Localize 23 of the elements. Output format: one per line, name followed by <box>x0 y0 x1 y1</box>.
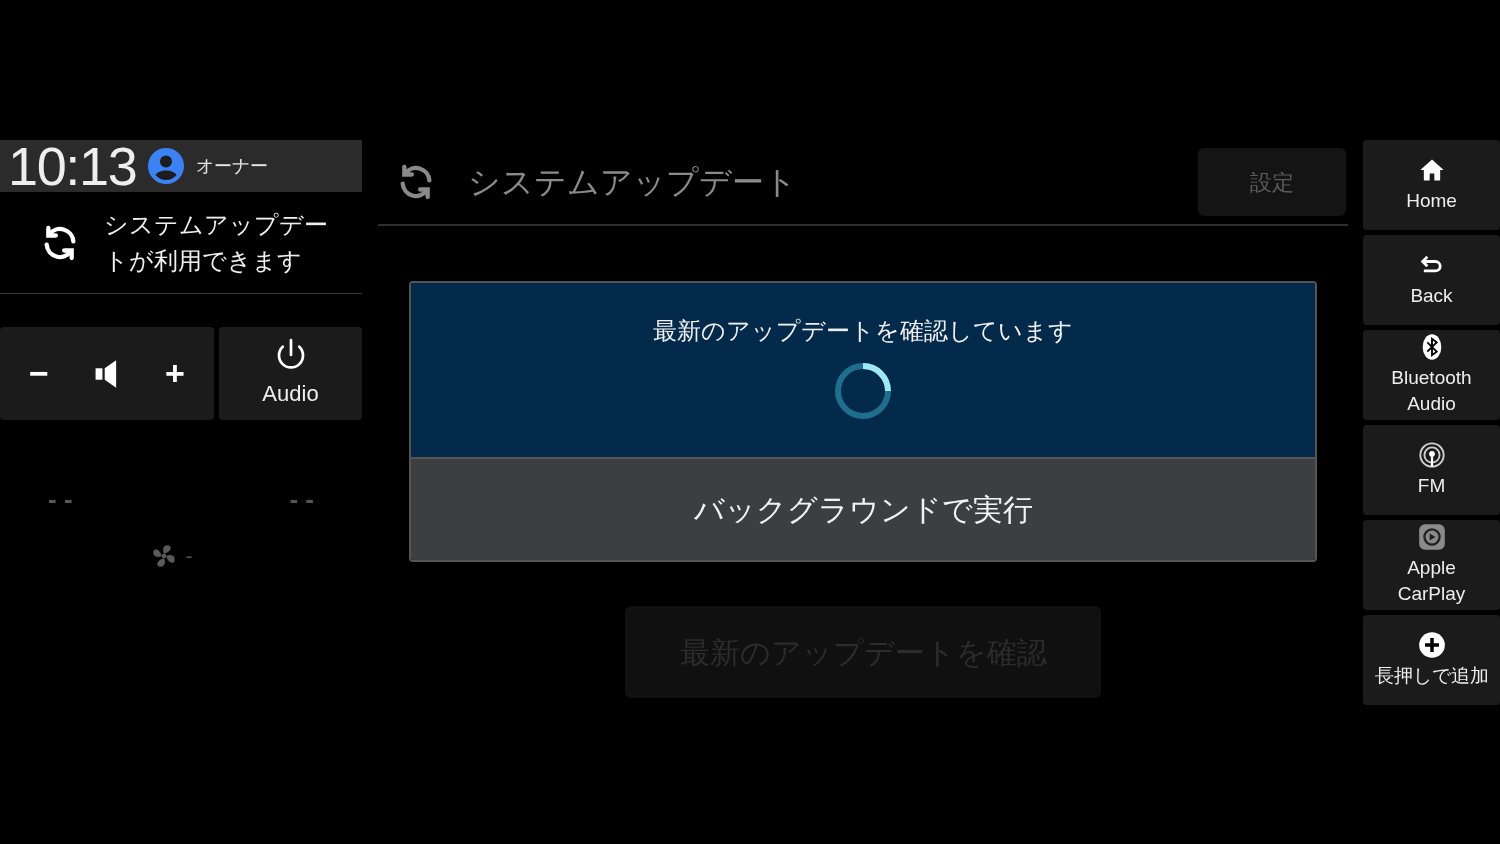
audio-power-button[interactable]: Audio <box>219 327 362 420</box>
clock-time: 10:13 <box>8 139 137 193</box>
run-in-background-button[interactable]: バックグラウンドで実行 <box>411 457 1315 560</box>
radio-signal-icon <box>1417 441 1446 469</box>
update-notification[interactable]: システムアップデートが利用できます <box>104 206 334 279</box>
dock-button[interactable]: Back <box>1363 235 1500 325</box>
dock-button[interactable]: Bluetooth Audio <box>1363 330 1500 420</box>
volume-up-button[interactable]: + <box>151 348 199 399</box>
loading-spinner-icon <box>833 361 893 421</box>
play-app-icon <box>1417 523 1446 551</box>
page-title: システムアップデート <box>468 163 798 202</box>
left-temperature: - - <box>48 483 73 516</box>
dock-button[interactable]: FM <box>1363 425 1500 515</box>
right-temperature: - - <box>289 483 314 516</box>
dock-button[interactable]: Home <box>1363 140 1500 230</box>
status-message: 最新のアップデートを確認しています <box>653 316 1073 346</box>
plus-circle-icon <box>1417 631 1446 659</box>
fan-speed: - <box>185 544 193 569</box>
user-avatar-icon <box>148 148 185 184</box>
user-name: オーナー <box>196 154 269 178</box>
volume-down-button[interactable]: − <box>15 348 63 399</box>
dock-button[interactable]: Apple CarPlay <box>1363 520 1500 610</box>
dock-button[interactable]: 長押しで追加 <box>1363 615 1500 705</box>
